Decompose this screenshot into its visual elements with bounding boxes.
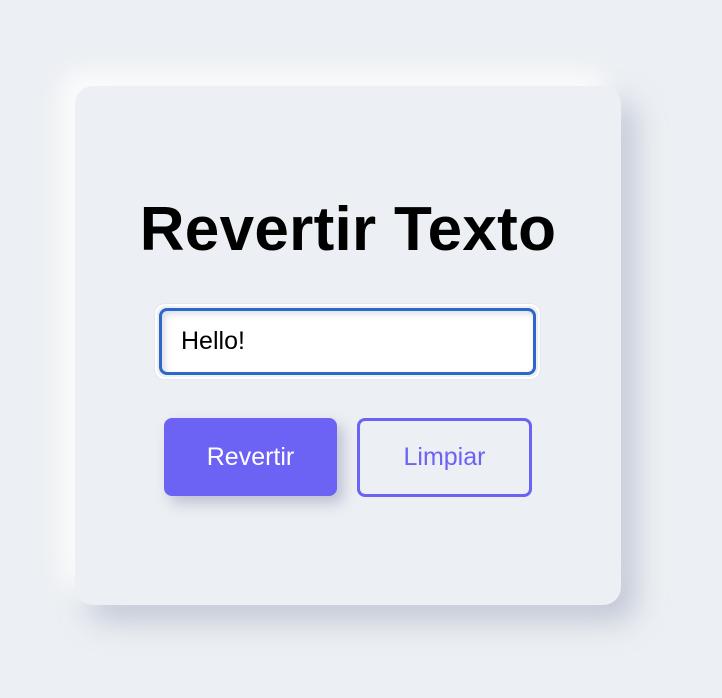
reverse-text-card: Revertir Texto Revertir Limpiar	[75, 86, 621, 605]
page: Revertir Texto Revertir Limpiar	[0, 0, 722, 698]
reverse-button[interactable]: Revertir	[164, 418, 337, 496]
page-title: Revertir Texto	[139, 195, 557, 264]
text-input[interactable]	[159, 308, 536, 375]
text-input-wrapper	[155, 304, 540, 379]
clear-button[interactable]: Limpiar	[357, 418, 532, 497]
